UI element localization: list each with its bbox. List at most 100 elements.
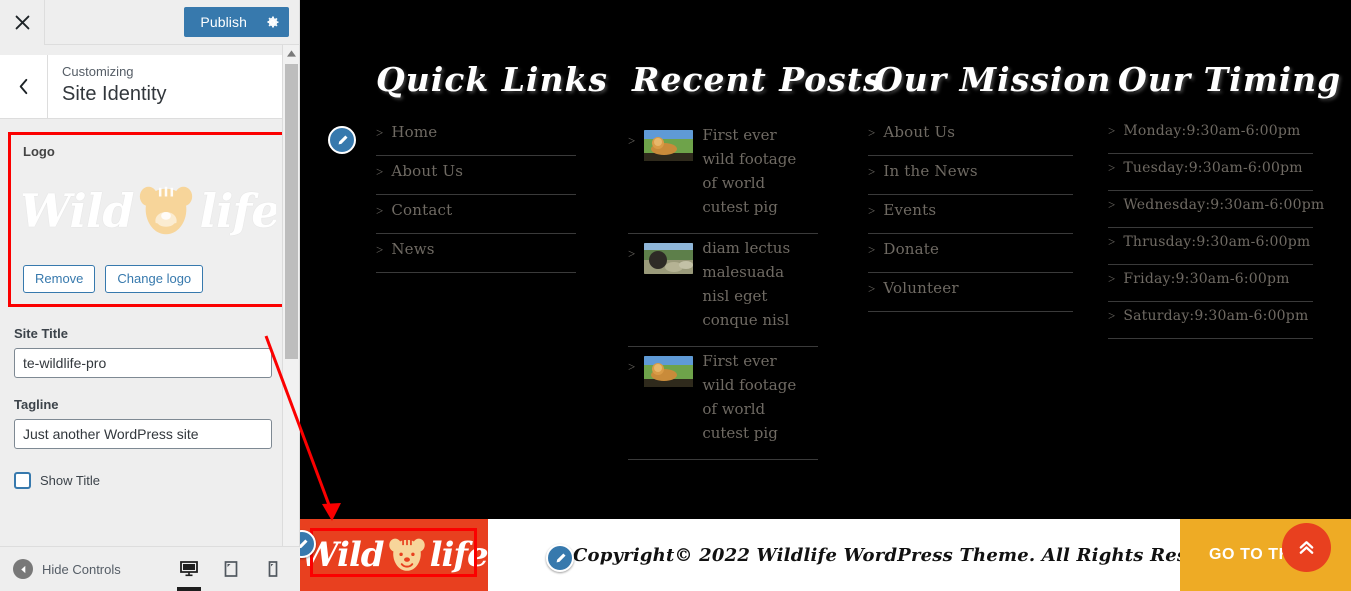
widget-title: Our Mission bbox=[874, 60, 1112, 99]
chevron-right-icon: > bbox=[1108, 234, 1116, 249]
scrollbar-track[interactable] bbox=[283, 62, 299, 574]
gear-icon[interactable] bbox=[261, 7, 289, 37]
tagline-input[interactable] bbox=[14, 419, 272, 449]
lion-thumbnail bbox=[644, 130, 694, 161]
desktop-icon[interactable] bbox=[168, 547, 210, 591]
publish-label: Publish bbox=[200, 14, 247, 30]
widget-title: Recent Posts bbox=[632, 60, 883, 99]
widget-our-mission: Our Mission > About Us > In the News > E… bbox=[850, 60, 1112, 518]
post-title: First ever wild footage of world cutest … bbox=[702, 126, 797, 216]
list-item[interactable]: > Monday:9:30am-6:00pm bbox=[1108, 121, 1313, 154]
link-label: News bbox=[391, 240, 435, 258]
list-item[interactable]: > Events bbox=[868, 195, 1073, 234]
show-title-control[interactable]: Show Title bbox=[0, 472, 299, 489]
customizer-controls: Logo Wild life Remove Change logo Site T… bbox=[0, 132, 299, 489]
link-label: About Us bbox=[391, 162, 464, 180]
list-item[interactable]: > bbox=[628, 347, 818, 460]
link-label: In the News bbox=[883, 162, 978, 180]
logo-preview: Wild life bbox=[23, 163, 276, 259]
customizer-topbar: Publish bbox=[0, 0, 299, 45]
chevron-left-icon[interactable] bbox=[0, 55, 48, 118]
show-title-checkbox[interactable] bbox=[14, 472, 31, 489]
widget-recent-posts: Recent Posts > First ever wild footage o… bbox=[610, 60, 883, 518]
chevron-right-icon: > bbox=[376, 242, 384, 257]
chevron-right-icon: > bbox=[1108, 308, 1116, 323]
scrollbar-thumb[interactable] bbox=[285, 64, 298, 359]
chevron-right-icon: > bbox=[376, 164, 384, 179]
list-item[interactable]: > Contact bbox=[376, 195, 576, 234]
scroll-up-arrow-icon[interactable] bbox=[283, 45, 299, 62]
site-preview: Quick Links > Home > About Us > Contact … bbox=[300, 0, 1351, 591]
list-item[interactable]: > Thrusday:9:30am-6:00pm bbox=[1108, 228, 1313, 265]
device-preview-group bbox=[168, 547, 300, 591]
chevron-right-icon: > bbox=[376, 203, 384, 218]
widget-title: Quick Links bbox=[376, 60, 608, 99]
list-item[interactable]: > Saturday:9:30am-6:00pm bbox=[1108, 302, 1313, 339]
list-item[interactable]: > Tuesday:9:30am-6:00pm bbox=[1108, 154, 1313, 191]
logo-word-left: Wild bbox=[23, 184, 134, 238]
site-title-label: Site Title bbox=[14, 326, 68, 341]
post-title: First ever wild footage of world cutest … bbox=[702, 352, 797, 442]
logo-word-right: life bbox=[199, 184, 276, 238]
chevron-right-icon: > bbox=[1108, 271, 1116, 286]
list-item[interactable]: > Friday:9:30am-6:00pm bbox=[1108, 265, 1313, 302]
list-item[interactable]: > bbox=[628, 234, 818, 347]
list-item[interactable]: > About Us bbox=[376, 156, 576, 195]
tagline-control: Tagline bbox=[0, 397, 299, 449]
double-chevron-up-icon bbox=[1299, 541, 1314, 554]
logo-label: Logo bbox=[23, 144, 55, 159]
link-label: Events bbox=[883, 201, 937, 219]
lion-thumbnail bbox=[644, 356, 694, 387]
hide-controls-button[interactable]: Hide Controls bbox=[0, 559, 121, 579]
list-item[interactable]: > bbox=[628, 121, 818, 234]
widget-title: Our Timing bbox=[1118, 60, 1342, 99]
site-title-control: Site Title bbox=[0, 326, 299, 378]
footer-logo[interactable]: Wild life bbox=[300, 519, 489, 591]
site-title-input[interactable] bbox=[14, 348, 272, 378]
remove-logo-button[interactable]: Remove bbox=[23, 265, 96, 293]
customizer-footer: Hide Controls bbox=[0, 546, 300, 591]
section-header: Customizing Site Identity bbox=[0, 55, 299, 119]
list-item[interactable]: > News bbox=[376, 234, 576, 273]
footer-logo-word-right: life bbox=[429, 535, 489, 575]
bear-head-icon bbox=[386, 534, 428, 576]
customizer-panel: Publish Customizing Site Identity Logo W… bbox=[0, 0, 300, 591]
chevron-right-icon: > bbox=[868, 125, 876, 140]
list-item[interactable]: > Volunteer bbox=[868, 273, 1073, 312]
link-label: About Us bbox=[883, 123, 956, 141]
list-item[interactable]: > Wednesday:9:30am-6:00pm bbox=[1108, 191, 1324, 228]
our-timing-list: > Monday:9:30am-6:00pm > Tuesday:9:30am-… bbox=[1108, 121, 1324, 339]
footer-logo-image: Wild life bbox=[300, 531, 488, 579]
scroll-to-top-button[interactable] bbox=[1282, 523, 1331, 572]
pencil-edit-icon[interactable] bbox=[546, 544, 574, 572]
link-label: Monday:9:30am-6:00pm bbox=[1123, 123, 1301, 139]
quick-links-list: > Home > About Us > Contact > News bbox=[376, 121, 576, 273]
list-item[interactable]: > Donate bbox=[868, 234, 1073, 273]
show-title-label: Show Title bbox=[40, 473, 100, 488]
change-logo-button[interactable]: Change logo bbox=[105, 265, 204, 293]
publish-button[interactable]: Publish bbox=[184, 7, 289, 37]
chevron-right-icon: > bbox=[868, 281, 876, 296]
recent-posts-list: > First ever wild footage of world cutes… bbox=[628, 121, 818, 460]
tablet-icon[interactable] bbox=[210, 547, 252, 591]
list-item[interactable]: > Home bbox=[376, 121, 576, 156]
customizer-body: Customizing Site Identity Logo Wild life… bbox=[0, 45, 299, 591]
link-label: Volunteer bbox=[883, 279, 959, 297]
list-item[interactable]: > In the News bbox=[868, 156, 1073, 195]
list-item[interactable]: > About Us bbox=[868, 121, 1073, 156]
link-label: Home bbox=[391, 123, 438, 141]
chevron-right-icon: > bbox=[868, 203, 876, 218]
logo-control: Logo Wild life Remove Change logo bbox=[8, 132, 291, 307]
chevron-right-icon: > bbox=[868, 242, 876, 257]
pencil-edit-icon[interactable] bbox=[328, 126, 356, 154]
bear-thumbnail bbox=[644, 243, 694, 274]
customizer-screen: Publish Customizing Site Identity Logo W… bbox=[0, 0, 1351, 591]
mobile-icon[interactable] bbox=[252, 547, 294, 591]
customizer-scrollbar[interactable] bbox=[282, 45, 299, 591]
link-label: Wednesday:9:30am-6:00pm bbox=[1123, 197, 1325, 213]
close-icon[interactable] bbox=[0, 0, 45, 45]
bear-head-icon bbox=[135, 180, 197, 242]
chevron-right-icon: > bbox=[868, 164, 876, 179]
link-label: Contact bbox=[391, 201, 453, 219]
hide-controls-label: Hide Controls bbox=[42, 561, 121, 577]
